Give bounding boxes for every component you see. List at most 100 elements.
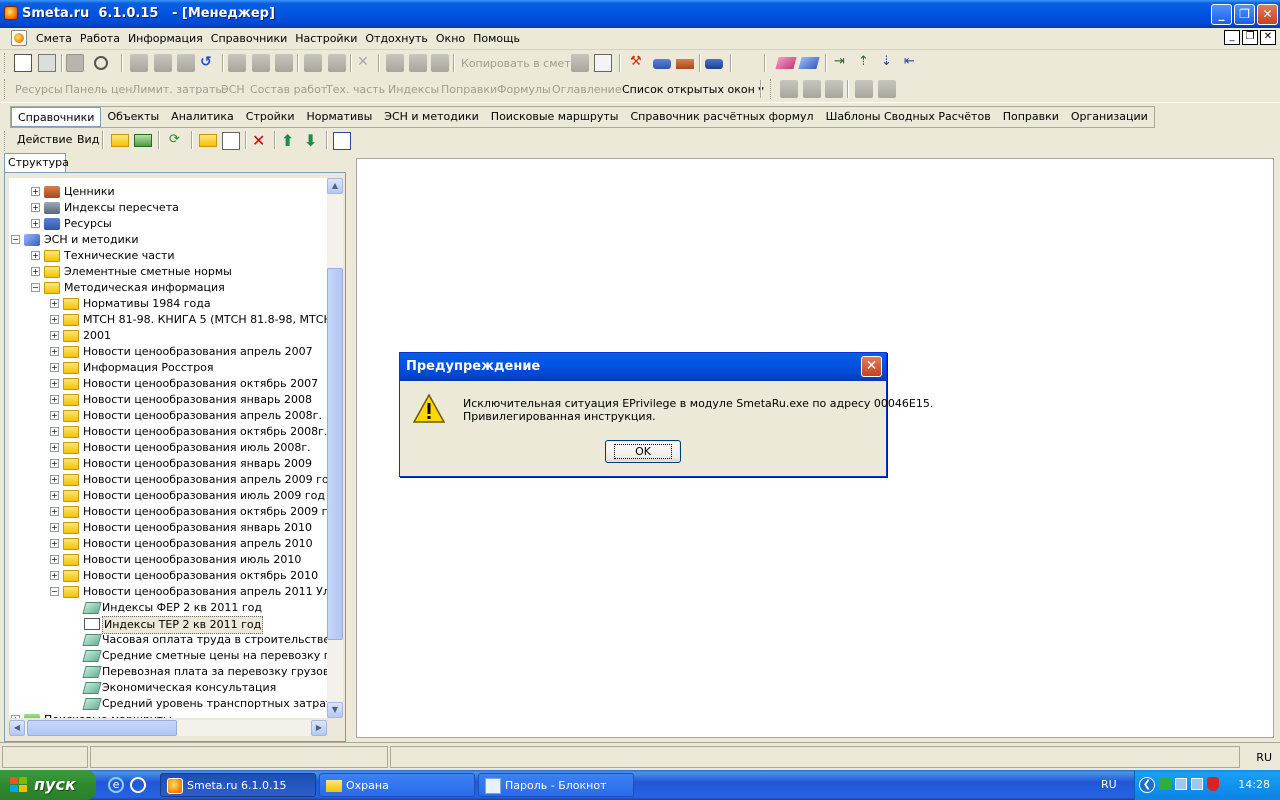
- layout-alt-icon[interactable]: [803, 80, 821, 98]
- network-icon[interactable]: [333, 132, 351, 150]
- tree-item[interactable]: + Новости ценообразования июль 2008г.: [9, 440, 327, 456]
- move-down-list-icon[interactable]: ⇣: [881, 54, 899, 72]
- tab-8[interactable]: Шаблоны Сводных Расчётов: [820, 107, 997, 127]
- expand-icon[interactable]: +: [50, 427, 59, 436]
- document-icon[interactable]: [11, 30, 27, 46]
- expand-icon[interactable]: +: [31, 203, 40, 212]
- tree-item[interactable]: +2001: [9, 328, 327, 344]
- stamp-icon[interactable]: [386, 54, 404, 72]
- folder-up-icon[interactable]: [111, 134, 129, 147]
- tool-gray-icon[interactable]: [328, 54, 346, 72]
- tree-item[interactable]: + Новости ценообразования апрель 2010: [9, 536, 327, 552]
- reference-button-4[interactable]: Состав работ: [250, 83, 327, 96]
- expand-icon[interactable]: +: [50, 491, 59, 500]
- tree-item[interactable]: Средние сметные цены на перевозку грузо: [9, 648, 327, 664]
- reference-button-9[interactable]: Оглавление: [552, 83, 622, 96]
- tree-item[interactable]: + Ценники: [9, 184, 327, 200]
- tree-item[interactable]: + Информация Росстроя: [9, 360, 327, 376]
- copy-to-estimate-button[interactable]: Копировать в смету: [461, 57, 577, 70]
- cancel-undo-icon[interactable]: ↺: [200, 54, 218, 72]
- expand-icon[interactable]: +: [50, 555, 59, 564]
- layout-split-icon[interactable]: [825, 80, 843, 98]
- save-icon[interactable]: [130, 54, 148, 72]
- tree-item[interactable]: + Новости ценообразования октябрь 2009 го…: [9, 504, 327, 520]
- expand-icon[interactable]: +: [50, 347, 59, 356]
- reference-button-0[interactable]: Ресурсы: [15, 83, 63, 96]
- tab-6[interactable]: Поисковые маршруты: [485, 107, 625, 127]
- hscroll-thumb[interactable]: [27, 720, 177, 736]
- sort-alt-icon[interactable]: [878, 80, 896, 98]
- menu-item-7[interactable]: Помощь: [469, 32, 524, 45]
- tree-item[interactable]: + Нормативы 1984 года: [9, 296, 327, 312]
- tray-expand-icon[interactable]: ❮: [1139, 777, 1155, 793]
- dialog-close-button[interactable]: ✕: [861, 356, 882, 377]
- taskbar-button-2[interactable]: Пароль - Блокнот: [478, 773, 634, 797]
- search-icon[interactable]: [94, 56, 108, 70]
- reference-button-8[interactable]: Формулы: [497, 83, 551, 96]
- tree-item[interactable]: + Новости ценообразования октябрь 2007: [9, 376, 327, 392]
- menu-item-3[interactable]: Справочники: [207, 32, 291, 45]
- book-pink-icon[interactable]: [775, 57, 797, 69]
- menu-item-2[interactable]: Информация: [124, 32, 207, 45]
- save-all-icon[interactable]: [154, 54, 172, 72]
- taskbar-button-0[interactable]: Smeta.ru 6.1.0.15: [160, 773, 316, 797]
- toolbar-grip[interactable]: [4, 79, 7, 99]
- expand-icon[interactable]: +: [50, 363, 59, 372]
- tree-vertical-scrollbar[interactable]: ▲ ▼: [327, 178, 343, 718]
- scroll-thumb[interactable]: [327, 268, 343, 640]
- menu-item-6[interactable]: Окно: [432, 32, 469, 45]
- truck-gray-icon[interactable]: [304, 54, 322, 72]
- new-document-icon[interactable]: [222, 132, 240, 150]
- mdi-restore-button[interactable]: ❐: [1242, 30, 1258, 45]
- tab-9[interactable]: Поправки: [997, 107, 1065, 127]
- tab-2[interactable]: Аналитика: [165, 107, 240, 127]
- tree-item[interactable]: Перевозная плата за перевозку грузов авт: [9, 664, 327, 680]
- open-windows-dropdown[interactable]: Список открытых окон ▾: [622, 83, 764, 96]
- tray-network-icon[interactable]: [1175, 778, 1187, 790]
- tab-5[interactable]: ЭСН и методики: [378, 107, 485, 127]
- tray-antivirus-icon[interactable]: [1207, 777, 1219, 791]
- clock[interactable]: 14:28: [1238, 778, 1270, 791]
- tree-item[interactable]: + Новости ценообразования январь 2009: [9, 456, 327, 472]
- expand-icon[interactable]: +: [11, 715, 20, 718]
- menu-item-4[interactable]: Настройки: [291, 32, 361, 45]
- tray-language[interactable]: RU: [1101, 778, 1117, 791]
- toolbar-grip[interactable]: [770, 79, 773, 99]
- expand-icon[interactable]: +: [31, 267, 40, 276]
- expand-icon[interactable]: +: [50, 539, 59, 548]
- view-menu[interactable]: Вид: [77, 133, 99, 146]
- expand-icon[interactable]: +: [50, 443, 59, 452]
- expand-icon[interactable]: +: [50, 459, 59, 468]
- start-button[interactable]: пуск: [0, 770, 96, 800]
- expand-icon[interactable]: +: [50, 507, 59, 516]
- stamp-copy-icon[interactable]: [409, 54, 427, 72]
- scroll-down-icon[interactable]: ▼: [327, 702, 343, 718]
- menu-item-5[interactable]: Отдохнуть: [361, 32, 432, 45]
- collapse-icon[interactable]: −: [11, 235, 20, 244]
- tree-item[interactable]: + Ресурсы: [9, 216, 327, 232]
- expand-icon[interactable]: +: [31, 219, 40, 228]
- app-icon[interactable]: [4, 6, 18, 20]
- scroll-left-icon[interactable]: ◀: [9, 720, 25, 736]
- tree-item[interactable]: + Поисковые маршруты: [9, 712, 327, 718]
- indent-icon[interactable]: ⇥: [834, 54, 852, 72]
- tree-item[interactable]: Средний уровень транспортных затрат в %: [9, 696, 327, 712]
- expand-icon[interactable]: +: [31, 187, 40, 196]
- move-up-list-icon[interactable]: ⇡: [858, 54, 876, 72]
- hammer-icon[interactable]: ⚒: [630, 54, 648, 72]
- list-remove-icon[interactable]: [275, 54, 293, 72]
- resources-icon[interactable]: [705, 59, 723, 69]
- expand-icon[interactable]: +: [50, 523, 59, 532]
- tree-item[interactable]: + Новости ценообразования июль 2010: [9, 552, 327, 568]
- tree-icon[interactable]: [14, 54, 32, 72]
- tab-3[interactable]: Стройки: [240, 107, 301, 127]
- scroll-up-icon[interactable]: ▲: [327, 178, 343, 194]
- tree-item[interactable]: Индексы ТЕР 2 кв 2011 год: [9, 616, 327, 634]
- bricks-icon[interactable]: [676, 59, 694, 69]
- internet-explorer-icon[interactable]: e: [108, 777, 124, 793]
- undo-icon[interactable]: [177, 54, 195, 72]
- delete-icon[interactable]: ✕: [252, 131, 270, 150]
- new-folder-icon[interactable]: [199, 134, 217, 147]
- tree-horizontal-scrollbar[interactable]: ◀ ▶: [9, 720, 327, 736]
- mdi-minimize-button[interactable]: _: [1224, 30, 1240, 45]
